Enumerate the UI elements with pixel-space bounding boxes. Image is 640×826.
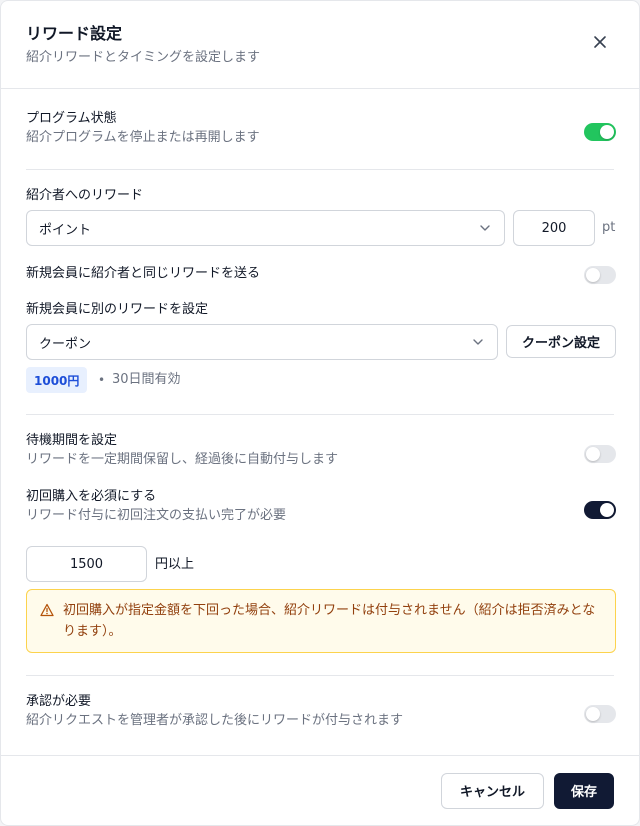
first-purchase-min-suffix: 円以上	[155, 557, 195, 572]
dialog-body: プログラム状態 紹介プログラムを停止または再開します 紹介者へのリワード ポイン…	[1, 89, 639, 757]
chevron-down-icon	[473, 339, 483, 345]
warning-icon	[40, 603, 54, 617]
first-purchase-desc: リワード付与に初回注文の支払い完了が必要	[26, 508, 287, 523]
referrer-reward-label: 紹介者へのリワード	[26, 188, 144, 203]
dialog-header: リワード設定 紹介リワードとタイミングを設定します	[1, 1, 639, 89]
close-icon	[594, 36, 606, 48]
cancel-button[interactable]: キャンセル	[441, 772, 544, 809]
first-purchase-min-amount-input[interactable]: 1500	[26, 546, 147, 582]
coupon-settings-button[interactable]: クーポン設定	[506, 325, 616, 358]
referrer-reward-amount-input[interactable]: 200	[513, 210, 595, 246]
divider	[26, 675, 614, 676]
chevron-down-icon	[480, 225, 490, 231]
dialog-title: リワード設定	[26, 24, 123, 43]
approval-label: 承認が必要	[26, 694, 92, 709]
first-purchase-alert: 初回購入が指定金額を下回った場合、紹介リワードは付与されません（紹介は拒否済みと…	[26, 589, 616, 653]
close-button[interactable]	[589, 31, 611, 53]
coupon-validity: 30日間有効	[112, 372, 181, 387]
toggle-knob	[600, 125, 614, 139]
waiting-period-toggle[interactable]	[584, 445, 616, 463]
referrer-reward-type-value: ポイント	[39, 222, 92, 238]
toggle-knob	[586, 268, 600, 282]
new-member-reward-label: 新規会員に別のリワードを設定	[26, 302, 209, 317]
dialog-footer: キャンセル 保存	[1, 755, 639, 825]
coupon-value-badge: 1000円	[26, 367, 88, 393]
referrer-reward-unit: pt	[602, 220, 616, 235]
first-purchase-toggle[interactable]	[584, 501, 616, 519]
program-status-label: プログラム状態	[26, 111, 117, 126]
new-member-reward-type-select[interactable]: クーポン	[26, 324, 498, 360]
reward-settings-dialog: リワード設定 紹介リワードとタイミングを設定します プログラム状態 紹介プログラ…	[0, 0, 640, 826]
separator-dot: •	[98, 373, 106, 387]
program-status-desc: 紹介プログラムを停止または再開します	[26, 130, 260, 145]
divider	[26, 169, 614, 170]
toggle-knob	[600, 503, 614, 517]
waiting-period-desc: リワードを一定期間保留し、経過後に自動付与します	[26, 452, 339, 467]
same-reward-toggle[interactable]	[584, 266, 616, 284]
waiting-period-label: 待機期間を設定	[26, 433, 118, 448]
first-purchase-label: 初回購入を必須にする	[26, 489, 157, 504]
toggle-knob	[586, 707, 600, 721]
divider	[26, 414, 614, 415]
new-member-reward-type-value: クーポン	[39, 336, 92, 352]
first-purchase-alert-text: 初回購入が指定金額を下回った場合、紹介リワードは付与されません（紹介は拒否済みと…	[63, 603, 596, 639]
program-status-toggle[interactable]	[584, 123, 616, 141]
approval-desc: 紹介リクエストを管理者が承認した後にリワードが付与されます	[26, 713, 404, 728]
same-reward-label: 新規会員に紹介者と同じリワードを送る	[26, 266, 261, 281]
referrer-reward-type-select[interactable]: ポイント	[26, 210, 505, 246]
toggle-knob	[586, 447, 600, 461]
approval-toggle[interactable]	[584, 705, 616, 723]
save-button[interactable]: 保存	[554, 772, 614, 809]
dialog-subtitle: 紹介リワードとタイミングを設定します	[26, 50, 261, 65]
